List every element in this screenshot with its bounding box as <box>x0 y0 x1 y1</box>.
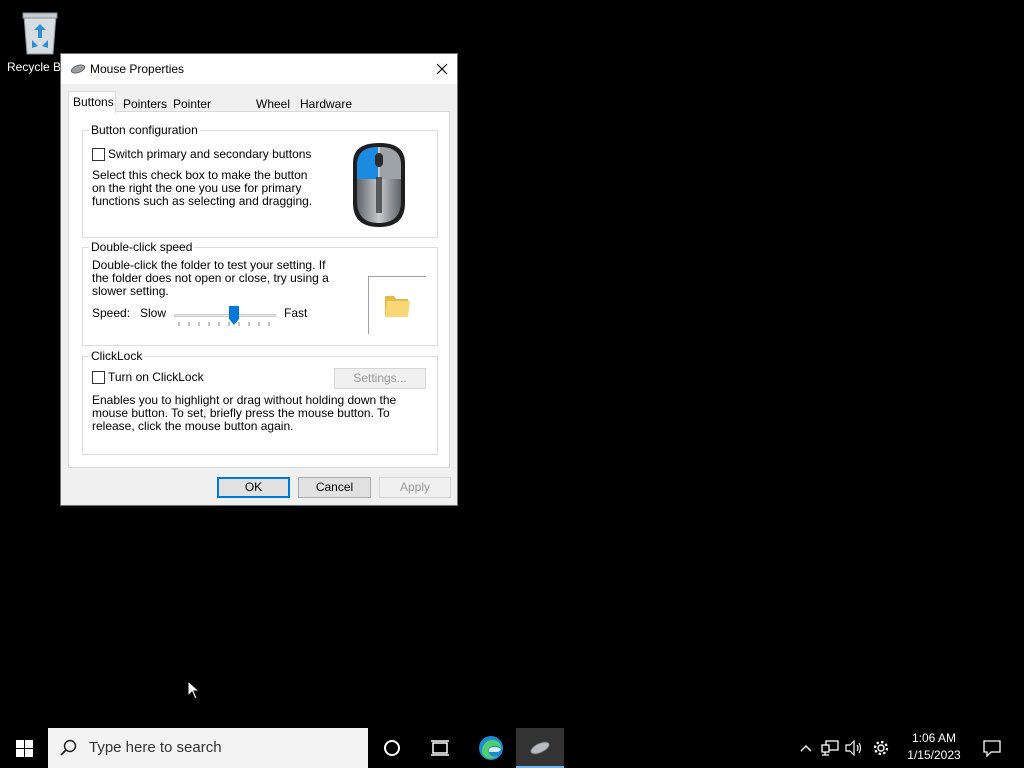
double-click-description: Double-click the folder to test your set… <box>92 258 329 298</box>
show-hidden-icons-button[interactable] <box>796 728 816 768</box>
volume-button[interactable] <box>843 728 865 768</box>
search-placeholder[interactable]: Type here to search <box>89 739 222 756</box>
tab-pointers[interactable]: Pointers <box>118 94 172 112</box>
search-icon <box>60 739 77 756</box>
cancel-button[interactable]: Cancel <box>298 477 371 498</box>
mouse-properties-dialog: Mouse Properties Buttons Pointers Pointe… <box>60 53 458 506</box>
tab-pointer-options[interactable]: Pointer Options <box>168 94 219 129</box>
recycle-bin-icon <box>20 10 60 56</box>
fast-label: Fast <box>284 306 308 320</box>
recycle-bin-label: Recycle Bin <box>7 60 61 74</box>
button-configuration-group: Button configuration Switch primary and … <box>82 123 438 238</box>
switch-buttons-label[interactable]: Switch primary and secondary buttons <box>108 148 311 161</box>
clicklock-label[interactable]: Turn on ClickLock <box>108 371 204 384</box>
cortana-circle-icon <box>384 740 400 756</box>
button-configuration-description: Select this check box to make the button… <box>92 168 313 208</box>
task-view-icon <box>431 740 449 756</box>
edge-taskbar-button[interactable] <box>467 728 515 768</box>
tab-wheel[interactable]: Wheel <box>251 94 295 112</box>
mouse-app-icon <box>530 741 550 755</box>
cortana-button[interactable] <box>368 728 416 768</box>
start-button[interactable] <box>0 728 48 768</box>
close-button[interactable] <box>427 54 457 84</box>
mouse-app-icon <box>70 63 86 78</box>
clicklock-title: ClickLock <box>89 349 145 363</box>
mouse-properties-taskbar-button[interactable] <box>516 728 564 768</box>
double-click-speed-title: Double-click speed <box>89 240 195 254</box>
gear-icon <box>873 740 889 756</box>
mouse-illustration <box>333 133 429 235</box>
close-icon <box>436 63 448 75</box>
clicklock-description: Enables you to highlight or drag without… <box>92 393 397 433</box>
mouse-cursor-icon <box>187 680 201 700</box>
clicklock-settings-button[interactable]: Settings... <box>334 368 426 389</box>
clock-time: 1:06 AM <box>911 731 957 745</box>
settings-tray-button[interactable] <box>870 728 892 768</box>
ok-button[interactable]: OK <box>217 477 290 498</box>
tab-buttons[interactable]: Buttons <box>68 91 116 113</box>
network-icon <box>821 740 839 756</box>
taskbar: Type here to search 1:06 AM 1/15/2023 <box>0 728 1024 768</box>
apply-button[interactable]: Apply <box>379 477 451 498</box>
chevron-up-icon <box>800 745 812 752</box>
search-box[interactable]: Type here to search <box>48 728 368 768</box>
windows-logo-icon <box>15 739 33 757</box>
edge-browser-icon <box>479 736 503 760</box>
switch-buttons-checkbox[interactable] <box>92 148 105 161</box>
notification-icon <box>983 739 1001 757</box>
tab-hardware[interactable]: Hardware <box>295 94 357 112</box>
dialog-title: Mouse Properties <box>90 62 185 76</box>
speaker-icon <box>845 740 862 756</box>
clock-area[interactable]: 1:06 AM 1/15/2023 <box>902 730 966 764</box>
clock-date: 1/15/2023 <box>907 748 961 762</box>
button-configuration-title: Button configuration <box>89 123 200 137</box>
folder-icon <box>385 296 410 317</box>
clicklock-group: ClickLock Turn on ClickLock Settings... … <box>82 349 438 455</box>
title-bar[interactable]: Mouse Properties <box>61 54 457 84</box>
double-click-speed-group: Double-click speed Double-click the fold… <box>82 240 438 346</box>
buttons-tab-panel: Button configuration Switch primary and … <box>68 111 450 468</box>
double-click-speed-slider[interactable] <box>174 306 276 330</box>
network-button[interactable] <box>819 728 841 768</box>
test-folder-area[interactable] <box>368 276 426 334</box>
clicklock-checkbox[interactable] <box>92 371 105 384</box>
action-center-button[interactable] <box>978 728 1006 768</box>
slider-ticks <box>178 322 270 326</box>
task-view-button[interactable] <box>416 728 464 768</box>
slider-track <box>174 314 276 317</box>
slow-label: Slow <box>140 306 167 320</box>
speed-label: Speed: <box>92 306 131 320</box>
